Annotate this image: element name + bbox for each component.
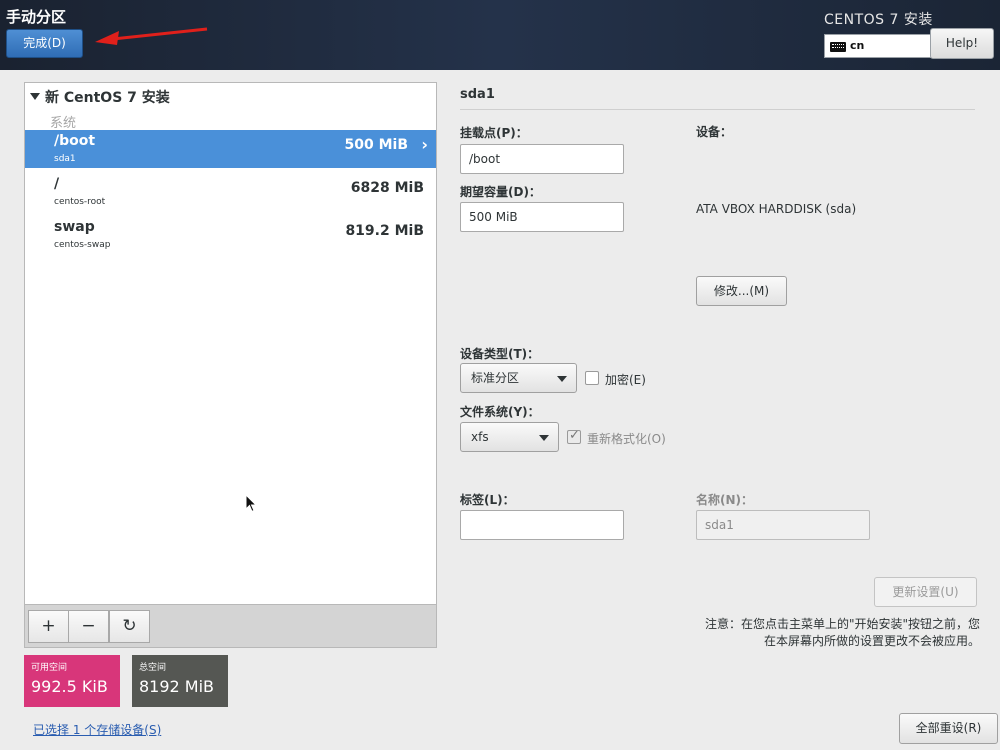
partition-device: centos-swap	[54, 240, 111, 250]
note-line-2: 在本屏幕内所做的设置更改不会被应用。	[763, 634, 980, 648]
device-type-value: 标准分区	[471, 371, 520, 385]
tag-field[interactable]	[460, 510, 624, 540]
filesystem-value: xfs	[471, 430, 489, 444]
encrypt-label: 加密(E)	[605, 373, 646, 387]
keyboard-layout-indicator[interactable]: cn	[824, 34, 932, 58]
help-button[interactable]: Help!	[930, 28, 994, 59]
mount-point-field[interactable]: /boot	[460, 144, 624, 174]
device-name: ATA VBOX HARDDISK (sda)	[696, 202, 857, 216]
selected-storage-link[interactable]: 已选择 1 个存储设备(S)	[33, 721, 161, 738]
available-space-value: 992.5 KiB	[31, 677, 108, 696]
chevron-down-icon	[557, 376, 567, 382]
reformat-label: 重新格式化(O)	[587, 432, 666, 446]
system-section-label: 系统	[50, 116, 77, 131]
partition-row[interactable]: / centos-root 6828 MiB	[25, 173, 436, 211]
tag-label: 标签(L)：	[460, 493, 515, 507]
device-type-label: 设备类型(T)：	[460, 347, 540, 361]
expander-triangle-icon	[30, 93, 40, 100]
partition-size: 6828 MiB	[350, 180, 424, 196]
refresh-button[interactable]: ↻	[109, 610, 150, 643]
add-partition-button[interactable]: +	[28, 610, 69, 643]
partition-list-panel: 新 CentOS 7 安装 系统 /boot sda1 500 MiB › / …	[24, 82, 437, 648]
update-settings-button[interactable]: 更新设置(U)	[874, 577, 977, 607]
install-group-title: 新 CentOS 7 安装	[45, 90, 170, 106]
partition-mount: /	[54, 176, 60, 192]
device-type-select[interactable]: 标准分区	[460, 363, 577, 393]
total-space-value: 8192 MiB	[139, 677, 215, 696]
available-space-box: 可用空间 992.5 KiB	[24, 655, 120, 707]
partition-mount: /boot	[54, 133, 96, 149]
partition-toolbar: + − ↻	[25, 604, 436, 647]
filesystem-label: 文件系统(Y)：	[460, 405, 540, 419]
reformat-checkbox[interactable]	[567, 428, 581, 444]
keyboard-layout-label: cn	[850, 39, 865, 52]
encrypt-checkbox[interactable]	[585, 371, 599, 385]
chevron-right-icon: ›	[421, 135, 428, 154]
capacity-label: 期望容量(D)：	[460, 185, 541, 199]
modify-button[interactable]: 修改...(M)	[696, 276, 787, 306]
mouse-pointer-icon	[245, 494, 258, 513]
name-label: 名称(N)：	[696, 493, 754, 507]
reset-all-button[interactable]: 全部重设(R)	[899, 713, 998, 744]
partition-device: centos-root	[54, 197, 106, 207]
install-group-header[interactable]: 新 CentOS 7 安装	[30, 87, 170, 107]
capacity-field[interactable]: 500 MiB	[460, 202, 624, 232]
partition-size: 500 MiB	[344, 137, 409, 153]
total-space-box: 总空间 8192 MiB	[132, 655, 228, 707]
available-space-label: 可用空间	[31, 663, 68, 673]
partition-row[interactable]: swap centos-swap 819.2 MiB	[25, 216, 436, 254]
chevron-down-icon	[539, 435, 549, 441]
partition-row[interactable]: /boot sda1 500 MiB ›	[25, 130, 436, 168]
top-header: 手动分区 完成(D) CENTOS 7 安装 cn Help!	[0, 0, 1000, 70]
partition-mount: swap	[54, 219, 95, 235]
note-text: 注意：在您点击主菜单上的"开始安装"按钮之前，您 在本屏幕内所做的设置更改不会被…	[640, 616, 980, 650]
divider	[460, 109, 975, 110]
device-title: sda1	[460, 87, 495, 102]
partition-size: 819.2 MiB	[345, 223, 424, 239]
remove-partition-button[interactable]: −	[68, 610, 109, 643]
done-button[interactable]: 完成(D)	[6, 29, 83, 58]
partition-device: sda1	[54, 154, 76, 164]
devices-label: 设备：	[696, 125, 733, 139]
total-space-label: 总空间	[139, 663, 167, 673]
note-line-1: 注意：在您点击主菜单上的"开始安装"按钮之前，您	[704, 617, 980, 631]
product-title: CENTOS 7 安装	[824, 12, 933, 28]
filesystem-select[interactable]: xfs	[460, 422, 559, 452]
red-arrow-annotation	[95, 27, 208, 45]
mount-point-label: 挂载点(P)：	[460, 126, 528, 140]
name-field[interactable]: sda1	[696, 510, 870, 540]
keyboard-icon	[830, 42, 846, 52]
page-title: 手动分区	[6, 8, 67, 26]
